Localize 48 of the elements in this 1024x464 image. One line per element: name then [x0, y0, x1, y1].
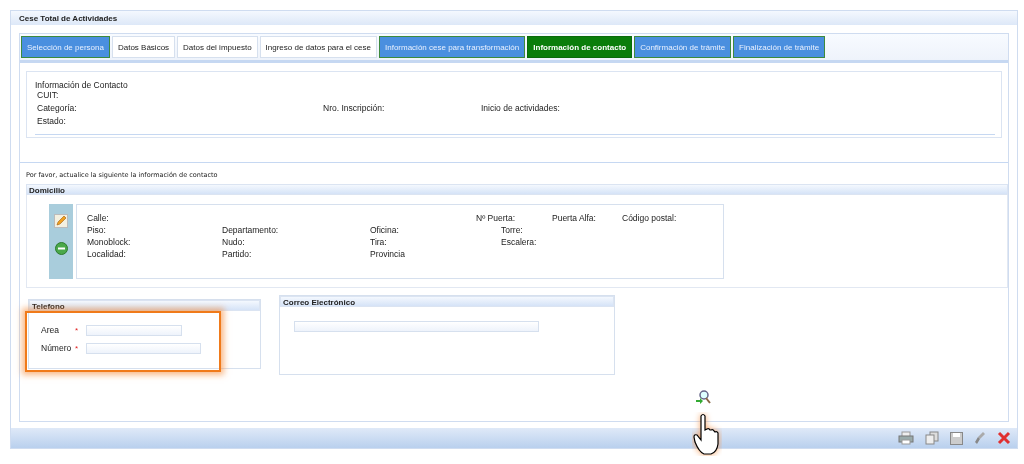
field-label: Inicio de actividades:	[481, 103, 561, 113]
field-label: Puerta Alfa:	[552, 213, 597, 225]
tab[interactable]: Datos Básicos	[111, 36, 176, 58]
field-label: Nro. Inscripción:	[323, 103, 386, 113]
field-label: Torre:	[501, 225, 524, 237]
field-label: Departamento:	[222, 225, 280, 237]
tab[interactable]: Ingreso de datos para el cese	[259, 36, 377, 58]
section-header: Correo Electrónico	[280, 296, 614, 307]
pencil-icon[interactable]	[54, 214, 68, 228]
search-icon[interactable]	[695, 389, 711, 405]
save-icon[interactable]	[950, 431, 963, 445]
tab[interactable]: Datos del impuesto	[177, 36, 258, 58]
copy-icon[interactable]	[925, 431, 939, 445]
field-label: Estado:	[37, 116, 67, 126]
tab[interactable]: Información de contacto	[527, 36, 633, 58]
field-label: Nº Puerta:	[476, 213, 516, 225]
input-field[interactable]	[294, 321, 539, 332]
minus-icon[interactable]	[54, 242, 68, 255]
hand-cursor-icon	[692, 412, 722, 456]
tab[interactable]: Selección de persona	[21, 36, 110, 58]
field-label: Categoría:	[37, 103, 78, 113]
required-mark: *	[75, 343, 80, 353]
field-label: Partido:	[222, 249, 253, 261]
field-label: Monoblock:	[87, 237, 132, 249]
field-label: Calle:	[87, 213, 110, 225]
required-mark: *	[75, 325, 80, 335]
input-field[interactable]	[86, 324, 182, 336]
field-label: Provincia	[370, 249, 406, 261]
tab[interactable]: Información cese para transformación	[379, 36, 526, 58]
tab[interactable]: Confirmación de trámite	[634, 36, 732, 58]
field-label: Nudo:	[222, 237, 246, 249]
field-label: Piso:	[87, 225, 107, 237]
field-label: Código postal:	[622, 213, 678, 225]
field-label: Tira:	[370, 237, 388, 249]
printer-icon[interactable]	[898, 431, 914, 445]
field-label: Localidad:	[87, 249, 127, 261]
field-label: CUIT:	[37, 90, 59, 100]
section-heading: Información de Contacto	[35, 80, 128, 90]
input-field[interactable]	[86, 342, 201, 354]
field-label: Número	[41, 343, 73, 353]
field-label: Escalera:	[501, 237, 538, 249]
field-label: Area	[41, 325, 60, 335]
window-title: Cese Total de Actividades	[11, 11, 1017, 25]
close-icon[interactable]	[997, 431, 1011, 445]
tab[interactable]: Finalización de trámite	[733, 36, 826, 58]
field-label: Oficina:	[370, 225, 400, 237]
section-header: Domicilio	[26, 184, 1008, 195]
section-header: Telefono	[29, 300, 260, 311]
